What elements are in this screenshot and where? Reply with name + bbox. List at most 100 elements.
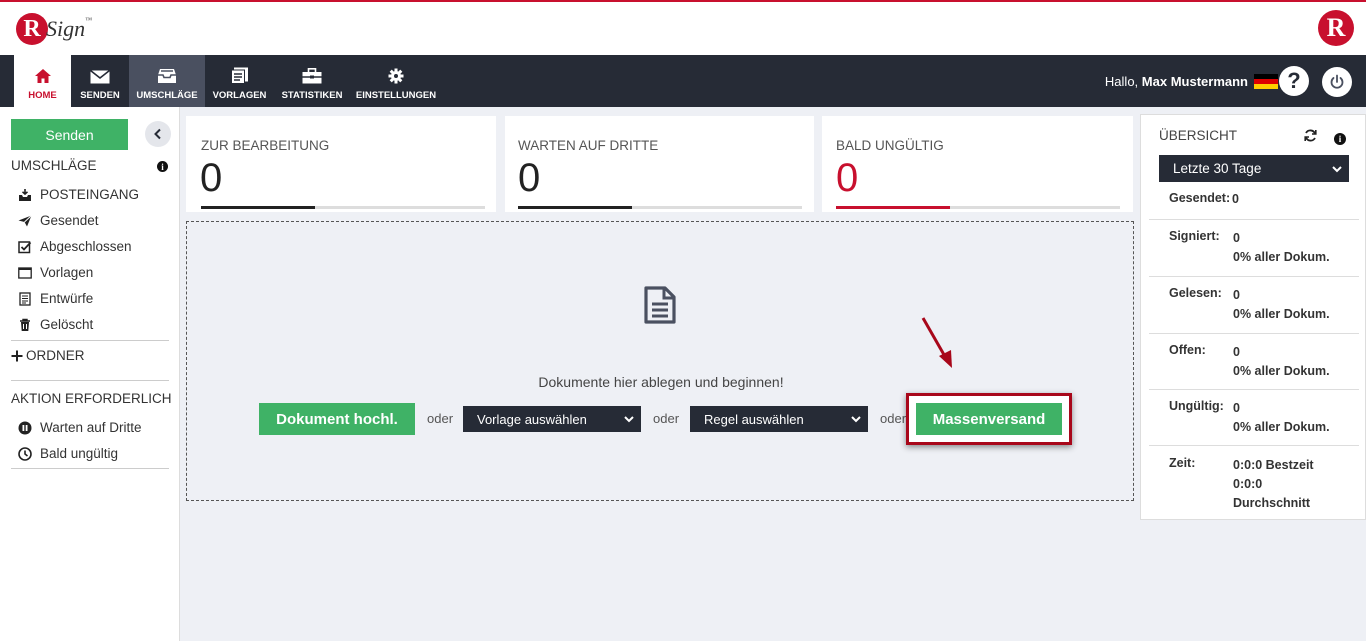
refresh-icon[interactable] [1304,129,1317,142]
stat-label: Zeit: [1169,456,1196,470]
nav-home[interactable]: HOME [14,55,71,107]
nav-statistiken[interactable]: STATISTIKEN [274,55,350,107]
mass-send-button[interactable]: Massenversand [916,403,1062,435]
logo-letter: R [16,13,48,45]
sidebar-item-vorlagen[interactable]: Vorlagen [18,265,93,280]
mass-send-highlight: Massenversand [906,393,1072,445]
card-bald-ungueltig[interactable]: BALD UNGÜLTIG 0 [822,116,1133,212]
sidebar-item-geloescht[interactable]: Gelöscht [18,317,93,332]
gear-icon [388,68,404,84]
stat-avg-label: Durchschnitt [1233,496,1311,510]
or-label: oder [427,411,454,426]
card-title: BALD UNGÜLTIG [836,138,944,153]
stat-label: Ungültig: [1169,399,1224,413]
rsign-logo[interactable]: R Sign™ [16,9,92,49]
clock-icon [18,446,32,461]
stat-label: Gelesen: [1169,286,1222,300]
collapse-sidebar-button[interactable] [145,121,171,147]
stat-label: Signiert: [1169,229,1220,243]
greeting-prefix: Hallo, [1104,74,1139,89]
home-icon [34,69,51,83]
paper-plane-icon [18,214,32,226]
upload-document-button[interactable]: Dokument hochl. [259,403,415,435]
brand-logo-right: R [1318,10,1354,46]
overview-title: ÜBERSICHT [1159,128,1238,143]
document-icon [644,286,676,324]
stat-percent: 0% aller Dokum. [1233,420,1330,434]
divider [11,468,169,469]
german-flag-icon[interactable] [1254,74,1278,89]
power-icon [1330,74,1344,89]
stat-value: 0 [1233,345,1240,359]
info-icon[interactable]: i [157,161,168,172]
sidebar-item-label: POSTEINGANG [40,187,140,202]
template-select[interactable]: Vorlage auswählen [463,406,641,432]
user-name: Max Mustermann [1141,74,1248,89]
sidebar-item-label: Bald ungültig [40,446,119,461]
period-select[interactable]: Letzte 30 Tage [1159,155,1349,182]
window-icon [18,266,32,279]
divider [11,340,169,341]
card-progress-fill [201,206,315,209]
sidebar-item-gesendet[interactable]: Gesendet [18,213,99,228]
divider [1149,389,1359,390]
card-progress [836,206,1120,209]
sidebar-item-label: Warten auf Dritte [40,420,142,435]
pause-icon [18,421,32,434]
divider [11,380,169,381]
logo-text: Sign [46,16,86,41]
draft-icon [19,291,31,306]
divider [1149,445,1359,446]
annotation-arrow-icon [921,317,952,368]
checkbox-icon [18,240,32,253]
card-zur-bearbeitung[interactable]: ZUR BEARBEITUNG 0 [186,116,496,212]
nav-einstellungen[interactable]: EINSTELLUNGEN [350,55,442,107]
stat-value: 0 [1233,401,1240,415]
stat-best-time: 0:0:0 Bestzeit [1233,458,1314,472]
card-value: 0 [836,156,859,200]
nav-einstellungen-label: EINSTELLUNGEN [355,90,437,101]
action-required-title: AKTION ERFORDERLICH [11,391,172,406]
stat-value: 0 [1233,231,1240,245]
stat-percent: 0% aller Dokum. [1233,307,1330,321]
nav-vorlagen[interactable]: VORLAGEN [205,55,274,107]
chevron-down-icon [624,416,634,423]
stat-avg-time: 0:0:0 [1233,477,1263,491]
stat-value: 0 [1233,288,1240,302]
sidebar-item-warten[interactable]: Warten auf Dritte [18,420,142,435]
stat-label: Offen: [1169,343,1206,357]
trash-icon [20,318,30,331]
rule-select-value: Regel auswählen [704,411,804,427]
nav-senden-label: SENDEN [80,90,120,101]
send-button[interactable]: Senden [11,119,128,150]
main-nav: HOME SENDEN UMSCHLÄGE VORLAGEN STATISTIK… [0,55,1366,107]
inbox-icon [158,69,176,83]
card-warten-auf-dritte[interactable]: WARTEN AUF DRITTE 0 [505,116,814,212]
folder-label: ORDNER [26,348,85,363]
sidebar: Senden UMSCHLÄGE i POSTEINGANG Gesendet … [0,107,180,641]
sidebar-item-bald-ungueltig[interactable]: Bald ungültig [18,446,118,461]
rule-select[interactable]: Regel auswählen [690,406,868,432]
plus-icon [11,350,23,361]
sidebar-item-abgeschlossen[interactable]: Abgeschlossen [18,239,132,254]
nav-umschlaege[interactable]: UMSCHLÄGE [129,55,205,107]
document-drop-zone[interactable]: Dokumente hier ablegen und beginnen! Dok… [186,221,1134,501]
stat-percent: 0% aller Dokum. [1233,250,1330,264]
add-folder-button[interactable]: ORDNER [11,348,85,363]
logout-button[interactable] [1322,67,1352,97]
divider [1149,219,1359,220]
sidebar-item-entwuerfe[interactable]: Entwürfe [18,291,93,306]
sidebar-item-posteingang[interactable]: POSTEINGANG [18,187,139,202]
help-button[interactable]: ? [1279,66,1309,96]
nav-vorlagen-label: VORLAGEN [212,90,267,101]
card-progress-fill [836,206,950,209]
template-icon [230,67,248,84]
card-value: 0 [518,156,541,200]
nav-senden[interactable]: SENDEN [71,55,129,107]
envelope-icon [90,70,110,84]
info-icon[interactable]: i [1334,133,1346,145]
chevron-left-icon [154,128,161,140]
nav-umschlaege-label: UMSCHLÄGE [136,90,198,101]
briefcase-icon [302,68,322,84]
chevron-down-icon [851,416,861,423]
